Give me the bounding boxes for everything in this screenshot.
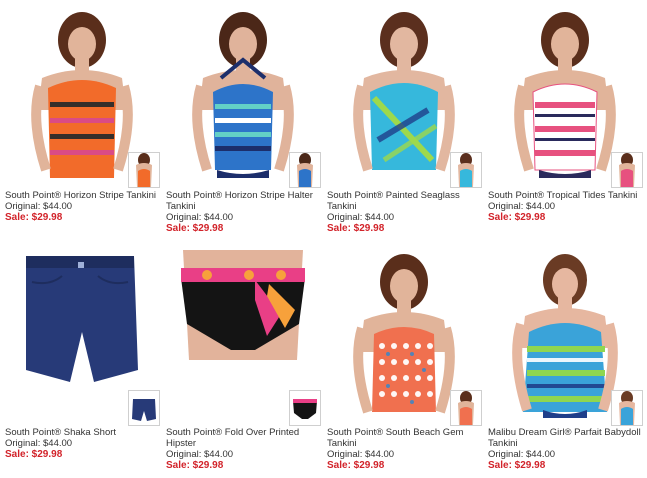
sale-price: Sale: $29.98 xyxy=(5,449,63,460)
original-price: Original: $44.00 xyxy=(5,201,73,212)
original-price: Original: $44.00 xyxy=(327,212,395,223)
sale-price: Sale: $29.98 xyxy=(166,460,224,471)
product-name[interactable]: South Point® South Beach Gem Tankini xyxy=(327,427,482,449)
original-price: Original: $44.00 xyxy=(488,201,556,212)
product-card[interactable]: South Point® Horizon Stripe Halter Tanki… xyxy=(163,0,321,240)
sale-price: Sale: $29.98 xyxy=(488,212,546,223)
product-card[interactable]: South Point® Horizon Stripe Tankini Orig… xyxy=(2,0,160,240)
product-name[interactable]: South Point® Horizon Stripe Halter Tanki… xyxy=(166,190,321,212)
sale-price: Sale: $29.98 xyxy=(166,223,224,234)
product-card[interactable]: South Point® Tropical Tides Tankini Orig… xyxy=(485,0,643,240)
sale-price: Sale: $29.98 xyxy=(327,223,385,234)
swim-top-shape xyxy=(48,80,116,178)
sale-price: Sale: $29.98 xyxy=(488,460,546,471)
original-price: Original: $44.00 xyxy=(5,438,73,449)
sale-price: Sale: $29.98 xyxy=(327,460,385,471)
product-grid: South Point® Horizon Stripe Tankini Orig… xyxy=(0,0,647,478)
original-price: Original: $44.00 xyxy=(166,449,234,460)
original-price: Original: $44.00 xyxy=(488,449,556,460)
product-name[interactable]: South Point® Painted Seaglass Tankini xyxy=(327,190,482,212)
alternate-view-thumbnail[interactable] xyxy=(289,152,321,188)
product-name[interactable]: South Point® Tropical Tides Tankini xyxy=(488,190,643,201)
product-card[interactable]: Malibu Dream Girl® Parfait Babydoll Tank… xyxy=(485,240,643,478)
product-name[interactable]: South Point® Fold Over Printed Hipster xyxy=(166,427,321,449)
original-price: Original: $44.00 xyxy=(327,449,395,460)
product-name[interactable]: South Point® Shaka Short xyxy=(5,427,160,438)
product-name[interactable]: South Point® Horizon Stripe Tankini xyxy=(5,190,160,201)
product-card[interactable]: South Point® South Beach Gem Tankini Ori… xyxy=(324,240,482,478)
alternate-view-thumbnail[interactable] xyxy=(450,390,482,426)
sale-price: Sale: $29.98 xyxy=(5,212,63,223)
alternate-view-thumbnail[interactable] xyxy=(128,152,160,188)
alternate-view-thumbnail[interactable] xyxy=(611,390,643,426)
alternate-view-thumbnail[interactable] xyxy=(289,390,321,426)
product-card[interactable]: South Point® Painted Seaglass Tankini Or… xyxy=(324,0,482,240)
product-card[interactable]: South Point® Fold Over Printed Hipster O… xyxy=(163,240,321,478)
alternate-view-thumbnail[interactable] xyxy=(128,390,160,426)
alternate-view-thumbnail[interactable] xyxy=(450,152,482,188)
product-name[interactable]: Malibu Dream Girl® Parfait Babydoll Tank… xyxy=(488,427,643,449)
alternate-view-thumbnail[interactable] xyxy=(611,152,643,188)
original-price: Original: $44.00 xyxy=(166,212,234,223)
product-card[interactable]: South Point® Shaka Short Original: $44.0… xyxy=(2,240,160,478)
